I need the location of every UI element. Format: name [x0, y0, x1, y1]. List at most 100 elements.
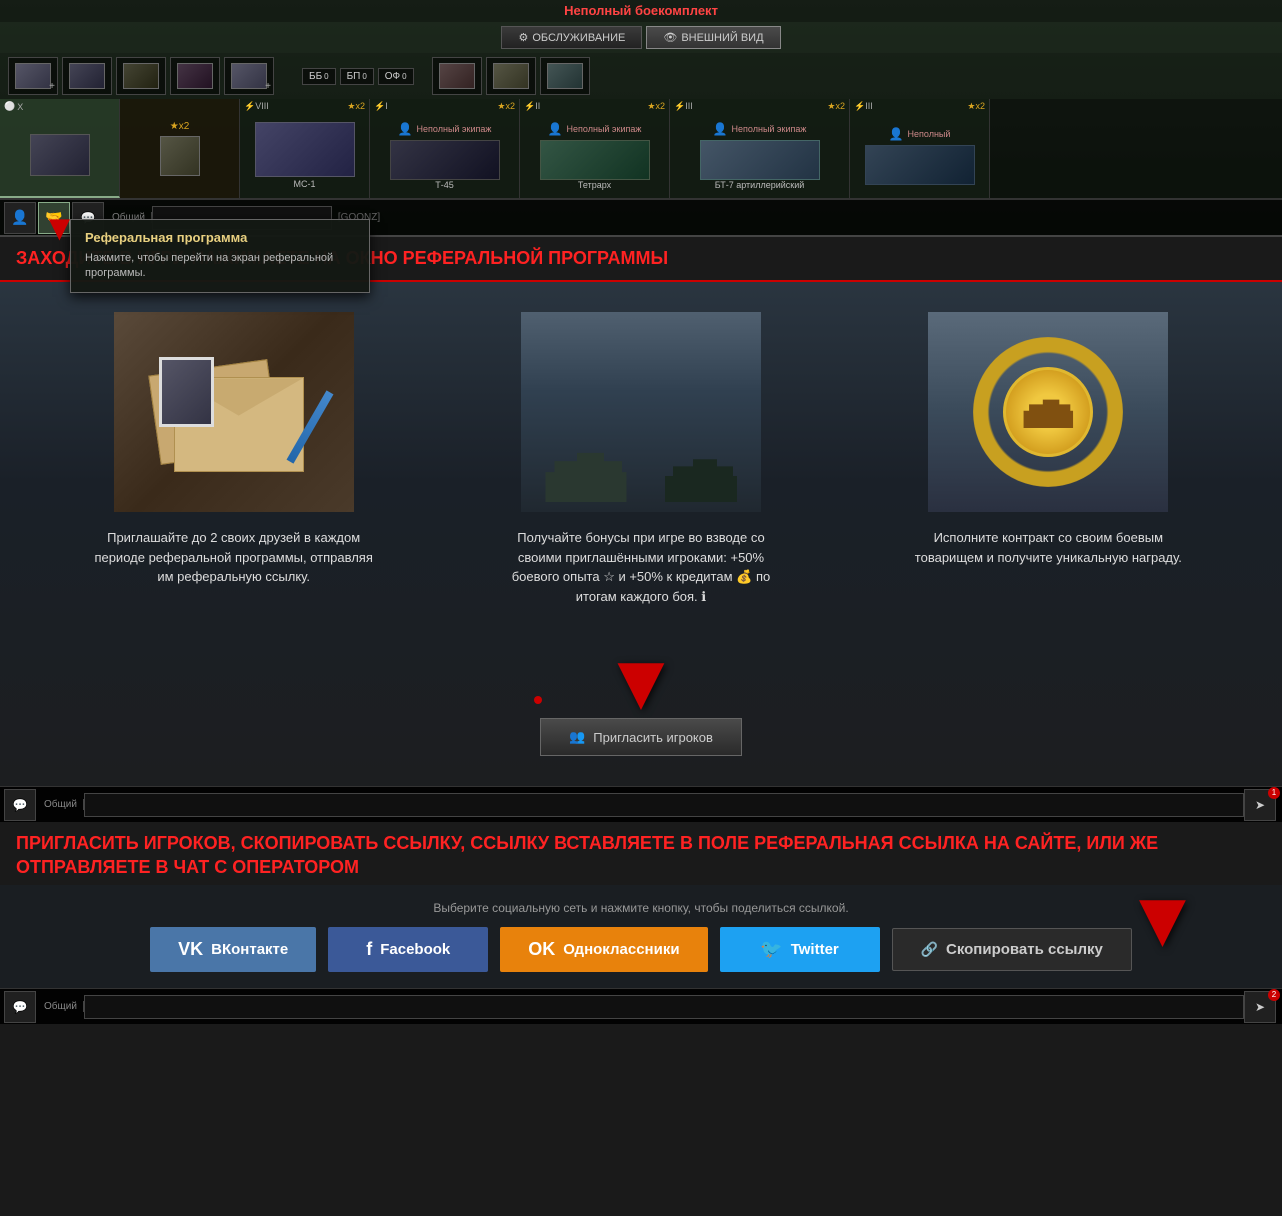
- chat-btn-middle[interactable]: 💬: [4, 789, 36, 821]
- eye-icon: 👁: [663, 31, 677, 44]
- social-buttons: VK ВКонтакте f Facebook OK Одноклассники…: [20, 927, 1262, 972]
- invite-icon: 👥: [569, 729, 585, 745]
- feature-image-letters: [114, 312, 354, 512]
- chat-bar-middle: 💬 Общий ➤ 1: [0, 786, 1282, 822]
- feature-image-medal: [928, 312, 1168, 512]
- twitter-label: Twitter: [791, 941, 839, 958]
- bp-counter: БП 0: [340, 68, 374, 85]
- tooltip-description: Нажмите, чтобы перейти на экран рефераль…: [85, 251, 355, 282]
- equip-slot-med[interactable]: [432, 57, 482, 95]
- of-counter: ОФ 0: [378, 68, 414, 85]
- red-arrow-indicator: ▼: [42, 210, 78, 246]
- tank-name-t45: Т-45: [435, 180, 454, 190]
- instruction-2: ПРИГЛАСИТЬ ИГРОКОВ, СКОПИРОВАТЬ ССЫЛКУ, …: [0, 822, 1282, 885]
- title-bar: Неполный боекомплект: [0, 0, 1282, 22]
- equip-slot-fire[interactable]: [486, 57, 536, 95]
- odnoklassniki-icon: OK: [528, 939, 555, 960]
- equip-image-1: [15, 63, 51, 89]
- crew-warn-label-5: Неполный экипаж: [732, 124, 807, 134]
- stars-indicator: ★x2: [170, 121, 190, 132]
- chat-icon-bottom: 💬: [13, 1000, 28, 1014]
- equip-slot-repair[interactable]: [540, 57, 590, 95]
- tank-item-stars[interactable]: ★x2: [120, 99, 240, 198]
- copy-icon: 🔗: [921, 941, 938, 958]
- feature-item-bonus: Получайте бонусы при игре во взводе со с…: [447, 312, 834, 606]
- feature-item-invite: Приглашайте до 2 своих друзей в каждом п…: [40, 312, 427, 606]
- tank-item-3[interactable]: ⚡I ★x2 👤 Неполный экипаж Т-45: [370, 99, 520, 198]
- letters-decoration: [144, 347, 324, 477]
- odnoklassniki-share-button[interactable]: OK Одноклассники: [500, 927, 707, 972]
- copy-link-button[interactable]: 🔗 Скопировать ссылку: [892, 928, 1132, 971]
- service-button[interactable]: ⚙ ОБСЛУЖИВАНИЕ: [501, 26, 642, 49]
- tank-item-6[interactable]: ⚡III ★x2 👤 Неполный: [850, 99, 990, 198]
- facebook-share-button[interactable]: f Facebook: [328, 927, 488, 972]
- chat-channel-middle: Общий: [38, 799, 84, 810]
- tanks-battle-scene: [521, 312, 761, 512]
- referral-tooltip: Реферальная программа Нажмите, чтобы пер…: [70, 219, 370, 293]
- equip-slot-4[interactable]: [170, 57, 220, 95]
- feature-image-tanks: [521, 312, 761, 512]
- equip-image-3: [123, 63, 159, 89]
- notify-badge-middle: 1: [1268, 787, 1280, 799]
- tank-name-bt7: БТ-7 артиллерийский: [715, 180, 805, 190]
- crew-warn-label-4: Неполный экипаж: [567, 124, 642, 134]
- send-icon-middle: ➤: [1255, 798, 1265, 812]
- equip-slot-3[interactable]: [116, 57, 166, 95]
- feature-3-desc: Исполните контракт со своим боевым товар…: [908, 528, 1188, 567]
- send-icon-bottom: ➤: [1255, 1000, 1265, 1014]
- profile-button[interactable]: 👤: [4, 202, 36, 234]
- chat-input-middle[interactable]: [84, 793, 1244, 817]
- instruction-2-text: ПРИГЛАСИТЬ ИГРОКОВ, СКОПИРОВАТЬ ССЫЛКУ, …: [16, 832, 1266, 879]
- facebook-label: Facebook: [380, 941, 450, 958]
- tank-item-4[interactable]: ⚡II ★x2 👤 Неполный экипаж Тетрарх: [520, 99, 670, 198]
- equip-slot-5[interactable]: +: [224, 57, 274, 95]
- tank-item-2[interactable]: ⚡VIII ★x2 МС-1: [240, 99, 370, 198]
- big-arrow-down-1: ▼: [601, 646, 680, 718]
- twitter-icon: 🐦: [760, 939, 782, 960]
- service-buttons: ⚙ ОБСЛУЖИВАНИЕ 👁 ВНЕШНИЙ ВИД: [0, 22, 1282, 53]
- share-label: Выберите социальную сеть и нажмите кнопк…: [20, 901, 1262, 915]
- crew-warn-icon-6: 👤: [889, 127, 904, 141]
- chat-input-bottom[interactable]: [84, 995, 1244, 1019]
- profile-icon: 👤: [11, 209, 28, 226]
- tank-item-5[interactable]: ⚡III ★x2 👤 Неполный экипаж БТ-7 артиллер…: [670, 99, 850, 198]
- bb-counter: ББ 0: [302, 68, 336, 85]
- vk-share-button[interactable]: VK ВКонтакте: [150, 927, 316, 972]
- share-section: Выберите социальную сеть и нажмите кнопк…: [0, 885, 1282, 988]
- twitter-share-button[interactable]: 🐦 Twitter: [720, 927, 880, 972]
- odnoklassniki-label: Одноклассники: [563, 941, 679, 958]
- crew-warn-icon-4: 👤: [548, 122, 563, 136]
- feature-item-medal: Исполните контракт со своим боевым товар…: [855, 312, 1242, 606]
- equip-image-fire: [493, 63, 529, 89]
- equip-slot-1[interactable]: +: [8, 57, 58, 95]
- chat-bar-bottom: 💬 Общий ➤ 2: [0, 988, 1282, 1024]
- chat-icon-middle: 💬: [13, 798, 28, 812]
- big-arrow-down-2: ▼: [1123, 883, 1202, 955]
- chat-btn-bottom[interactable]: 💬: [4, 991, 36, 1023]
- equip-slot-2[interactable]: [62, 57, 112, 95]
- referral-content: Приглашайте до 2 своих друзей в каждом п…: [0, 282, 1282, 786]
- notify-badge-bottom: 2: [1268, 989, 1280, 1001]
- invite-label: Пригласить игроков: [593, 730, 713, 745]
- equip-add-1: +: [49, 81, 55, 92]
- equipment-bar: + + ББ 0 БП 0 ОФ 0: [0, 53, 1282, 99]
- game-ui-top: Неполный боекомплект ⚙ ОБСЛУЖИВАНИЕ 👁 ВН…: [0, 0, 1282, 237]
- features-row: Приглашайте до 2 своих друзей в каждом п…: [40, 312, 1242, 606]
- tank-item-1[interactable]: ⚪ X ▼: [0, 99, 120, 198]
- copy-label: Скопировать ссылку: [946, 941, 1103, 958]
- tank-tier-1: ⚪ X: [4, 101, 23, 112]
- equip-image-4: [177, 63, 213, 89]
- game-title: Неполный боекомплект: [564, 3, 718, 18]
- invite-section: ▼ 👥 Пригласить игроков: [540, 646, 742, 756]
- equip-image-2: [69, 63, 105, 89]
- invite-players-button[interactable]: 👥 Пригласить игроков: [540, 718, 742, 756]
- crew-warn-icon-5: 👤: [713, 122, 728, 136]
- equip-image-med: [439, 63, 475, 89]
- vk-label: ВКонтакте: [211, 941, 288, 958]
- crew-warn-label-6: Неполный: [908, 129, 951, 139]
- tank-name-tetrarh: Тетрарх: [578, 180, 611, 190]
- tank-carousel: ⚪ X ▼ ★x2 ⚡VIII ★x2 МС-1 ⚡I ★x2 👤: [0, 99, 1282, 199]
- small-red-dot: [534, 696, 542, 704]
- appearance-button[interactable]: 👁 ВНЕШНИЙ ВИД: [646, 26, 780, 49]
- equip-image-repair: [547, 63, 583, 89]
